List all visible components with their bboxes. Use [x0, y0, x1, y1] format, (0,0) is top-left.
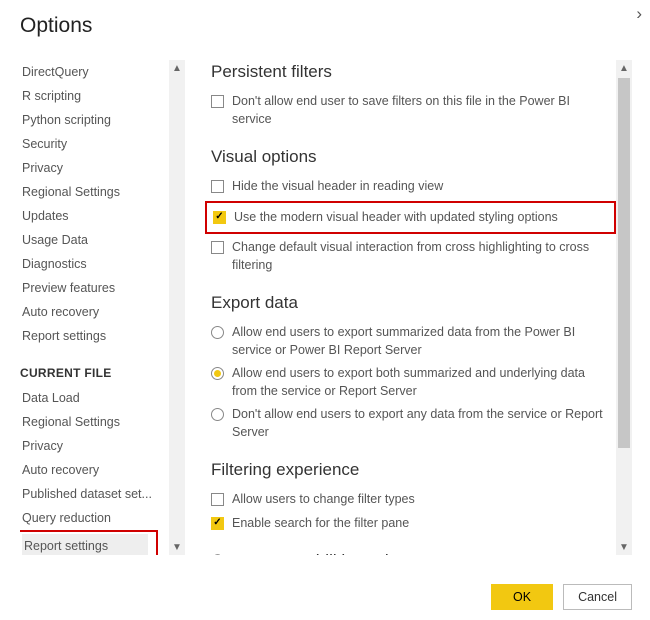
sidebar-item-directquery[interactable]: DirectQuery	[20, 60, 169, 84]
option-label: Allow users to change filter types	[232, 491, 610, 509]
option-row: Don't allow end user to save filters on …	[211, 90, 610, 131]
option-label: Allow end users to export summarized dat…	[232, 324, 610, 359]
option-row: Allow users to change filter types	[211, 488, 610, 512]
group-persistent-filters: Persistent filters	[211, 62, 610, 82]
sidebar-item-usage-data[interactable]: Usage Data	[20, 228, 169, 252]
option-label: Don't allow end users to export any data…	[232, 406, 610, 441]
sidebar-item-published-dataset[interactable]: Published dataset set...	[20, 482, 169, 506]
option-row: Hide the visual header in reading view	[211, 175, 610, 199]
group-cross-report: Cross-report drillthrough	[211, 551, 610, 555]
dialog-body: DirectQuery R scripting Python scripting…	[20, 60, 632, 555]
scrollbar-thumb[interactable]	[618, 78, 630, 448]
sidebar-item-preview-features[interactable]: Preview features	[20, 276, 169, 300]
option-label: Change default visual interaction from c…	[232, 239, 610, 274]
sidebar-item-r-scripting[interactable]: R scripting	[20, 84, 169, 108]
sidebar-item-regional-settings-file[interactable]: Regional Settings	[20, 410, 169, 434]
main-scrollbar[interactable]: ▲ ▼	[616, 60, 632, 555]
checkbox-disallow-save-filters[interactable]	[211, 95, 224, 108]
cancel-button[interactable]: Cancel	[563, 584, 632, 610]
option-label: Allow end users to export both summarize…	[232, 365, 610, 400]
sidebar-item-auto-recovery-file[interactable]: Auto recovery	[20, 458, 169, 482]
radio-export-none[interactable]	[211, 408, 224, 421]
dialog-title: Options	[20, 14, 632, 38]
sidebar-item-diagnostics[interactable]: Diagnostics	[20, 252, 169, 276]
checkbox-cross-filtering[interactable]	[211, 241, 224, 254]
chevron-up-icon[interactable]: ▲	[616, 60, 632, 76]
radio-export-both[interactable]	[211, 367, 224, 380]
group-export-data: Export data	[211, 293, 610, 313]
sidebar-item-privacy-file[interactable]: Privacy	[20, 434, 169, 458]
option-label: Don't allow end user to save filters on …	[232, 93, 610, 128]
sidebar-item-report-settings-global[interactable]: Report settings	[20, 324, 169, 348]
sidebar-item-updates[interactable]: Updates	[20, 204, 169, 228]
sidebar-item-regional-settings[interactable]: Regional Settings	[20, 180, 169, 204]
option-row: Don't allow end users to export any data…	[211, 403, 610, 444]
sidebar-item-privacy[interactable]: Privacy	[20, 156, 169, 180]
sidebar-item-data-load[interactable]: Data Load	[20, 386, 169, 410]
radio-export-summarized[interactable]	[211, 326, 224, 339]
chevron-up-icon[interactable]: ▲	[169, 60, 185, 76]
option-label: Enable search for the filter pane	[232, 515, 610, 533]
group-filtering-experience: Filtering experience	[211, 460, 610, 480]
checkbox-modern-visual-header[interactable]: ✓	[213, 211, 226, 224]
sidebar: DirectQuery R scripting Python scripting…	[20, 60, 185, 555]
chevron-down-icon[interactable]: ▼	[169, 539, 185, 555]
option-row: Allow end users to export both summarize…	[211, 362, 610, 403]
dialog-footer: OK Cancel	[491, 584, 632, 610]
sidebar-section-current-file: CURRENT FILE	[20, 366, 169, 380]
sidebar-item-report-settings-file[interactable]: Report settings	[22, 534, 148, 555]
option-row: ✓ Enable search for the filter pane	[211, 512, 610, 536]
option-row: Allow end users to export summarized dat…	[211, 321, 610, 362]
chevron-right-icon[interactable]: ›	[636, 4, 642, 24]
checkbox-enable-search-filter[interactable]: ✓	[211, 517, 224, 530]
option-label: Hide the visual header in reading view	[232, 178, 610, 196]
sidebar-item-python-scripting[interactable]: Python scripting	[20, 108, 169, 132]
group-visual-options: Visual options	[211, 147, 610, 167]
option-label: Use the modern visual header with update…	[234, 209, 608, 227]
chevron-down-icon[interactable]: ▼	[616, 539, 632, 555]
sidebar-item-auto-recovery[interactable]: Auto recovery	[20, 300, 169, 324]
main-panel: Persistent filters Don't allow end user …	[185, 60, 632, 555]
options-dialog: › Options DirectQuery R scripting Python…	[0, 0, 650, 620]
sidebar-scrollbar[interactable]: ▲ ▼	[169, 60, 185, 555]
checkbox-hide-visual-header[interactable]	[211, 180, 224, 193]
option-row: ✓ Use the modern visual header with upda…	[213, 206, 608, 230]
highlight-modern-header: ✓ Use the modern visual header with upda…	[205, 201, 616, 235]
sidebar-item-security[interactable]: Security	[20, 132, 169, 156]
checkbox-change-filter-types[interactable]	[211, 493, 224, 506]
highlight-report-settings: Report settings	[20, 530, 158, 555]
ok-button[interactable]: OK	[491, 584, 553, 610]
option-row: Change default visual interaction from c…	[211, 236, 610, 277]
sidebar-item-query-reduction[interactable]: Query reduction	[20, 506, 169, 530]
